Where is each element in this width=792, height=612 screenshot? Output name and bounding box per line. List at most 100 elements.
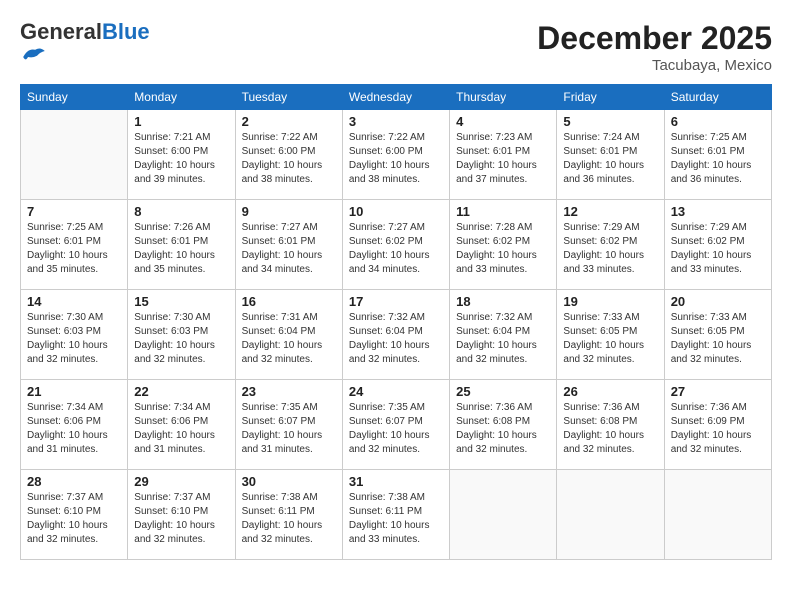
logo: GeneralBlue — [20, 20, 150, 69]
day-number: 12 — [563, 204, 657, 219]
day-info: Sunrise: 7:27 AM Sunset: 6:01 PM Dayligh… — [242, 221, 336, 277]
day-number: 10 — [349, 204, 443, 219]
day-info: Sunrise: 7:30 AM Sunset: 6:03 PM Dayligh… — [134, 311, 228, 367]
day-number: 24 — [349, 384, 443, 399]
calendar-cell: 30Sunrise: 7:38 AM Sunset: 6:11 PM Dayli… — [235, 470, 342, 560]
calendar-cell: 25 Sunrise: 7:36 AM Sunset: 6:08 PM Dayli… — [450, 380, 557, 470]
calendar-week-row: 21 Sunrise: 7:34 AM Sunset: 6:06 PM Dayli… — [21, 380, 772, 470]
calendar-cell: 31 Sunrise: 7:38 AM Sunset: 6:11 PM Dayli… — [342, 470, 449, 560]
day-number: 4 — [456, 114, 550, 129]
day-number: 26 — [563, 384, 657, 399]
day-info: Sunrise: 7:38 AM Sunset: 6:11 PM Dayligh… — [349, 491, 443, 547]
calendar-cell: 13Sunrise: 7:29 AM Sunset: 6:02 PM Dayli… — [664, 200, 771, 290]
day-info: Sunrise: 7:26 AM Sunset: 6:01 PM Dayligh… — [134, 221, 228, 277]
day-number: 15 — [134, 294, 228, 309]
day-number: 13 — [671, 204, 765, 219]
calendar-cell: 3Sunrise: 7:22 AM Sunset: 6:00 PM Daylig… — [342, 110, 449, 200]
day-info: Sunrise: 7:32 AM Sunset: 6:04 PM Dayligh… — [349, 311, 443, 367]
day-info: Sunrise: 7:31 AM Sunset: 6:04 PM Dayligh… — [242, 311, 336, 367]
calendar-cell: 22 Sunrise: 7:34 AM Sunset: 6:06 PM Dayli… — [128, 380, 235, 470]
month-year: December 2025 — [537, 20, 772, 57]
calendar-table: SundayMondayTuesdayWednesdayThursdayFrid… — [20, 84, 772, 560]
day-info: Sunrise: 7:22 AM Sunset: 6:00 PM Dayligh… — [242, 131, 336, 187]
day-info: Sunrise: 7:25 AM Sunset: 6:01 PM Dayligh… — [27, 221, 121, 277]
day-info: Sunrise: 7:38 AM Sunset: 6:11 PM Dayligh… — [242, 491, 336, 547]
day-number: 31 — [349, 474, 443, 489]
day-number: 8 — [134, 204, 228, 219]
calendar-cell: 20 Sunrise: 7:33 AM Sunset: 6:05 PM Dayli… — [664, 290, 771, 380]
location: Tacubaya, Mexico — [537, 57, 772, 74]
day-number: 1 — [134, 114, 228, 129]
day-info: Sunrise: 7:24 AM Sunset: 6:01 PM Dayligh… — [563, 131, 657, 187]
day-info: Sunrise: 7:34 AM Sunset: 6:06 PM Dayligh… — [27, 401, 121, 457]
day-of-week-header: Thursday — [450, 85, 557, 110]
day-number: 17 — [349, 294, 443, 309]
day-number: 18 — [456, 294, 550, 309]
day-of-week-header: Saturday — [664, 85, 771, 110]
day-info: Sunrise: 7:34 AM Sunset: 6:06 PM Dayligh… — [134, 401, 228, 457]
day-number: 14 — [27, 294, 121, 309]
calendar-week-row: 1 Sunrise: 7:21 AM Sunset: 6:00 PM Daylig… — [21, 110, 772, 200]
day-info: Sunrise: 7:25 AM Sunset: 6:01 PM Dayligh… — [671, 131, 765, 187]
day-number: 22 — [134, 384, 228, 399]
calendar-cell: 18 Sunrise: 7:32 AM Sunset: 6:04 PM Dayli… — [450, 290, 557, 380]
calendar-cell: 27Sunrise: 7:36 AM Sunset: 6:09 PM Dayli… — [664, 380, 771, 470]
day-info: Sunrise: 7:36 AM Sunset: 6:08 PM Dayligh… — [563, 401, 657, 457]
day-number: 3 — [349, 114, 443, 129]
day-info: Sunrise: 7:29 AM Sunset: 6:02 PM Dayligh… — [563, 221, 657, 277]
day-number: 19 — [563, 294, 657, 309]
day-info: Sunrise: 7:35 AM Sunset: 6:07 PM Dayligh… — [349, 401, 443, 457]
calendar-cell: 21 Sunrise: 7:34 AM Sunset: 6:06 PM Dayli… — [21, 380, 128, 470]
day-info: Sunrise: 7:21 AM Sunset: 6:00 PM Dayligh… — [134, 131, 228, 187]
day-number: 5 — [563, 114, 657, 129]
day-info: Sunrise: 7:33 AM Sunset: 6:05 PM Dayligh… — [563, 311, 657, 367]
calendar-cell: 8 Sunrise: 7:26 AM Sunset: 6:01 PM Daylig… — [128, 200, 235, 290]
day-number: 28 — [27, 474, 121, 489]
calendar-cell: 1 Sunrise: 7:21 AM Sunset: 6:00 PM Daylig… — [128, 110, 235, 200]
calendar-cell — [557, 470, 664, 560]
calendar-cell: 19 Sunrise: 7:33 AM Sunset: 6:05 PM Dayli… — [557, 290, 664, 380]
title-block: December 2025 Tacubaya, Mexico — [537, 20, 772, 74]
calendar-cell: 16 Sunrise: 7:31 AM Sunset: 6:04 PM Dayli… — [235, 290, 342, 380]
calendar-cell: 14Sunrise: 7:30 AM Sunset: 6:03 PM Dayli… — [21, 290, 128, 380]
calendar-cell: 2 Sunrise: 7:22 AM Sunset: 6:00 PM Daylig… — [235, 110, 342, 200]
calendar-cell: 6 Sunrise: 7:25 AM Sunset: 6:01 PM Daylig… — [664, 110, 771, 200]
calendar-cell — [450, 470, 557, 560]
day-number: 2 — [242, 114, 336, 129]
calendar-cell — [664, 470, 771, 560]
day-info: Sunrise: 7:36 AM Sunset: 6:08 PM Dayligh… — [456, 401, 550, 457]
day-number: 20 — [671, 294, 765, 309]
day-number: 23 — [242, 384, 336, 399]
calendar-cell: 5 Sunrise: 7:24 AM Sunset: 6:01 PM Daylig… — [557, 110, 664, 200]
calendar-page: GeneralBlue December 2025 Tacubaya, Mexi… — [0, 0, 792, 612]
day-of-week-header: Tuesday — [235, 85, 342, 110]
calendar-week-row: 28 Sunrise: 7:37 AM Sunset: 6:10 PM Dayli… — [21, 470, 772, 560]
day-of-week-header: Friday — [557, 85, 664, 110]
day-info: Sunrise: 7:32 AM Sunset: 6:04 PM Dayligh… — [456, 311, 550, 367]
calendar-cell: 4Sunrise: 7:23 AM Sunset: 6:01 PM Daylig… — [450, 110, 557, 200]
day-info: Sunrise: 7:33 AM Sunset: 6:05 PM Dayligh… — [671, 311, 765, 367]
day-number: 6 — [671, 114, 765, 129]
day-info: Sunrise: 7:27 AM Sunset: 6:02 PM Dayligh… — [349, 221, 443, 277]
day-number: 21 — [27, 384, 121, 399]
day-info: Sunrise: 7:36 AM Sunset: 6:09 PM Dayligh… — [671, 401, 765, 457]
calendar-cell: 9Sunrise: 7:27 AM Sunset: 6:01 PM Daylig… — [235, 200, 342, 290]
day-number: 25 — [456, 384, 550, 399]
day-number: 16 — [242, 294, 336, 309]
calendar-week-row: 14 Sunrise: 7:30 AM Sunset: 6:03 PM Dayli… — [21, 290, 772, 380]
day-of-week-header: Monday — [128, 85, 235, 110]
day-number: 11 — [456, 204, 550, 219]
calendar-cell: 24 Sunrise: 7:35 AM Sunset: 6:07 PM Dayli… — [342, 380, 449, 470]
calendar-cell: 10 Sunrise: 7:27 AM Sunset: 6:02 PM Dayli… — [342, 200, 449, 290]
logo-general: General — [20, 19, 102, 44]
calendar-header-row: SundayMondayTuesdayWednesdayThursdayFrid… — [21, 85, 772, 110]
calendar-cell: 12 Sunrise: 7:29 AM Sunset: 6:02 PM Dayli… — [557, 200, 664, 290]
logo-text: GeneralBlue — [20, 20, 150, 44]
day-info: Sunrise: 7:37 AM Sunset: 6:10 PM Dayligh… — [27, 491, 121, 547]
calendar-cell: 29Sunrise: 7:37 AM Sunset: 6:10 PM Dayli… — [128, 470, 235, 560]
calendar-cell: 23Sunrise: 7:35 AM Sunset: 6:07 PM Dayli… — [235, 380, 342, 470]
day-of-week-header: Wednesday — [342, 85, 449, 110]
logo-bird-icon — [22, 44, 46, 64]
day-of-week-header: Sunday — [21, 85, 128, 110]
calendar-cell: 15 Sunrise: 7:30 AM Sunset: 6:03 PM Dayli… — [128, 290, 235, 380]
